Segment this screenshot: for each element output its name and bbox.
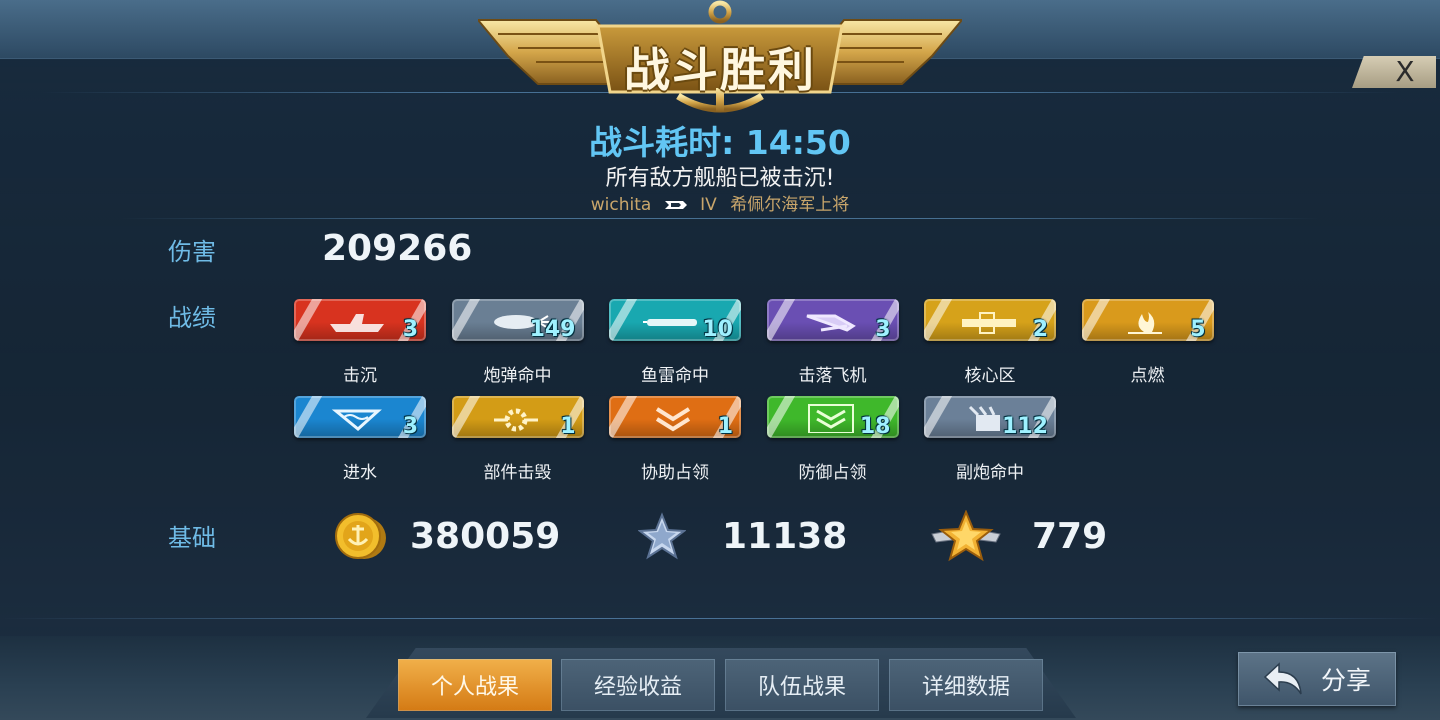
- medal-badge[interactable]: 2: [924, 299, 1056, 343]
- medal-label: 协助占领: [641, 463, 709, 483]
- victory-title: 战斗胜利: [624, 43, 816, 97]
- victory-emblem: 战斗胜利: [475, 0, 965, 118]
- medal-label: 炮弹命中: [483, 366, 552, 386]
- medal-count: 1: [717, 414, 733, 439]
- medal-badge[interactable]: 10: [609, 299, 741, 343]
- player-info: wichita IV 希佩尔海军上将: [0, 190, 1440, 215]
- damage-value: 209266: [322, 228, 473, 269]
- medal-count: 3: [402, 317, 418, 342]
- module-destroy-icon: [493, 408, 538, 432]
- experience-value: 11138: [722, 515, 848, 557]
- medal-badge[interactable]: 149: [451, 299, 584, 343]
- medal-count: 1: [560, 414, 576, 439]
- ship-tier: IV: [700, 195, 717, 215]
- tab-4[interactable]: 详细数据: [889, 659, 1043, 711]
- damage-label: 伤害: [168, 238, 216, 266]
- medal-count: 149: [529, 317, 576, 342]
- record-label: 战绩: [168, 304, 216, 332]
- experience-reward: 11138: [638, 508, 847, 564]
- flooding-icon: [331, 409, 382, 431]
- close-icon: X: [1395, 55, 1415, 88]
- tab-3[interactable]: 队伍战果: [725, 659, 879, 711]
- gold-coin-icon: [335, 513, 386, 559]
- player-name: wichita: [590, 195, 652, 215]
- citadel-icon: [962, 312, 1016, 334]
- medal-badge[interactable]: 3: [294, 299, 426, 343]
- medal-badge[interactable]: 3: [766, 299, 899, 343]
- sink-ship-icon: [330, 314, 384, 332]
- medal-badge[interactable]: 1: [451, 396, 584, 440]
- medal-badge[interactable]: 1: [609, 396, 741, 440]
- medal-label: 鱼雷命中: [641, 366, 709, 386]
- medal-label: 副炮命中: [956, 463, 1024, 483]
- medal-label: 点燃: [1130, 366, 1165, 386]
- tab-1[interactable]: 个人战果: [398, 659, 552, 711]
- capture-assist-icon: [655, 407, 691, 432]
- credits-value: 380059: [410, 515, 561, 557]
- ship-name: 希佩尔海军上将: [730, 195, 850, 215]
- battle-message: 所有敌方舰船已被击沉!: [605, 166, 835, 191]
- medal-label: 进水: [343, 463, 377, 483]
- medal-label: 部件击毁: [483, 463, 552, 483]
- battle-time: 战斗耗时: 14:50: [589, 123, 851, 162]
- medal-count: 112: [1002, 414, 1048, 439]
- plane-shootdown-icon: [806, 314, 856, 332]
- medal-badge[interactable]: 18: [766, 396, 899, 440]
- divider-header: [120, 218, 1320, 219]
- medal-count: 2: [1032, 317, 1048, 342]
- winged-gold-star-icon: [931, 510, 1001, 562]
- capture-defend-icon: [807, 404, 854, 433]
- divider-bottom: [0, 618, 1440, 619]
- close-button[interactable]: X: [1352, 56, 1436, 88]
- medal-badge[interactable]: 112: [924, 396, 1056, 440]
- share-button[interactable]: 分享: [1238, 652, 1396, 706]
- commander-xp-reward: 779: [930, 508, 1107, 564]
- base-label: 基础: [168, 524, 216, 552]
- ship-class-icon: [664, 201, 687, 209]
- medal-label: 核心区: [964, 366, 1016, 386]
- fire-icon: [1127, 312, 1162, 334]
- tab-2[interactable]: 经验收益: [561, 659, 715, 711]
- medal-count: 3: [402, 414, 418, 439]
- medal-count: 3: [875, 317, 891, 342]
- medal-label: 击落飞机: [798, 366, 867, 386]
- medal-count: 5: [1190, 317, 1206, 342]
- commander-xp-value: 779: [1032, 515, 1108, 557]
- medal-count: 10: [702, 317, 733, 342]
- medal-label: 击沉: [343, 366, 377, 386]
- medal-badge[interactable]: 3: [294, 396, 426, 440]
- medal-count: 18: [859, 414, 891, 439]
- medal-badge[interactable]: 5: [1081, 299, 1214, 343]
- share-arrow-icon: [1263, 662, 1302, 695]
- credits-reward: 380059: [332, 508, 560, 564]
- medal-label: 防御占领: [798, 463, 867, 483]
- share-label: 分享: [1320, 666, 1371, 695]
- torpedo-hit-icon: [643, 319, 697, 326]
- silver-star-icon: [638, 512, 686, 560]
